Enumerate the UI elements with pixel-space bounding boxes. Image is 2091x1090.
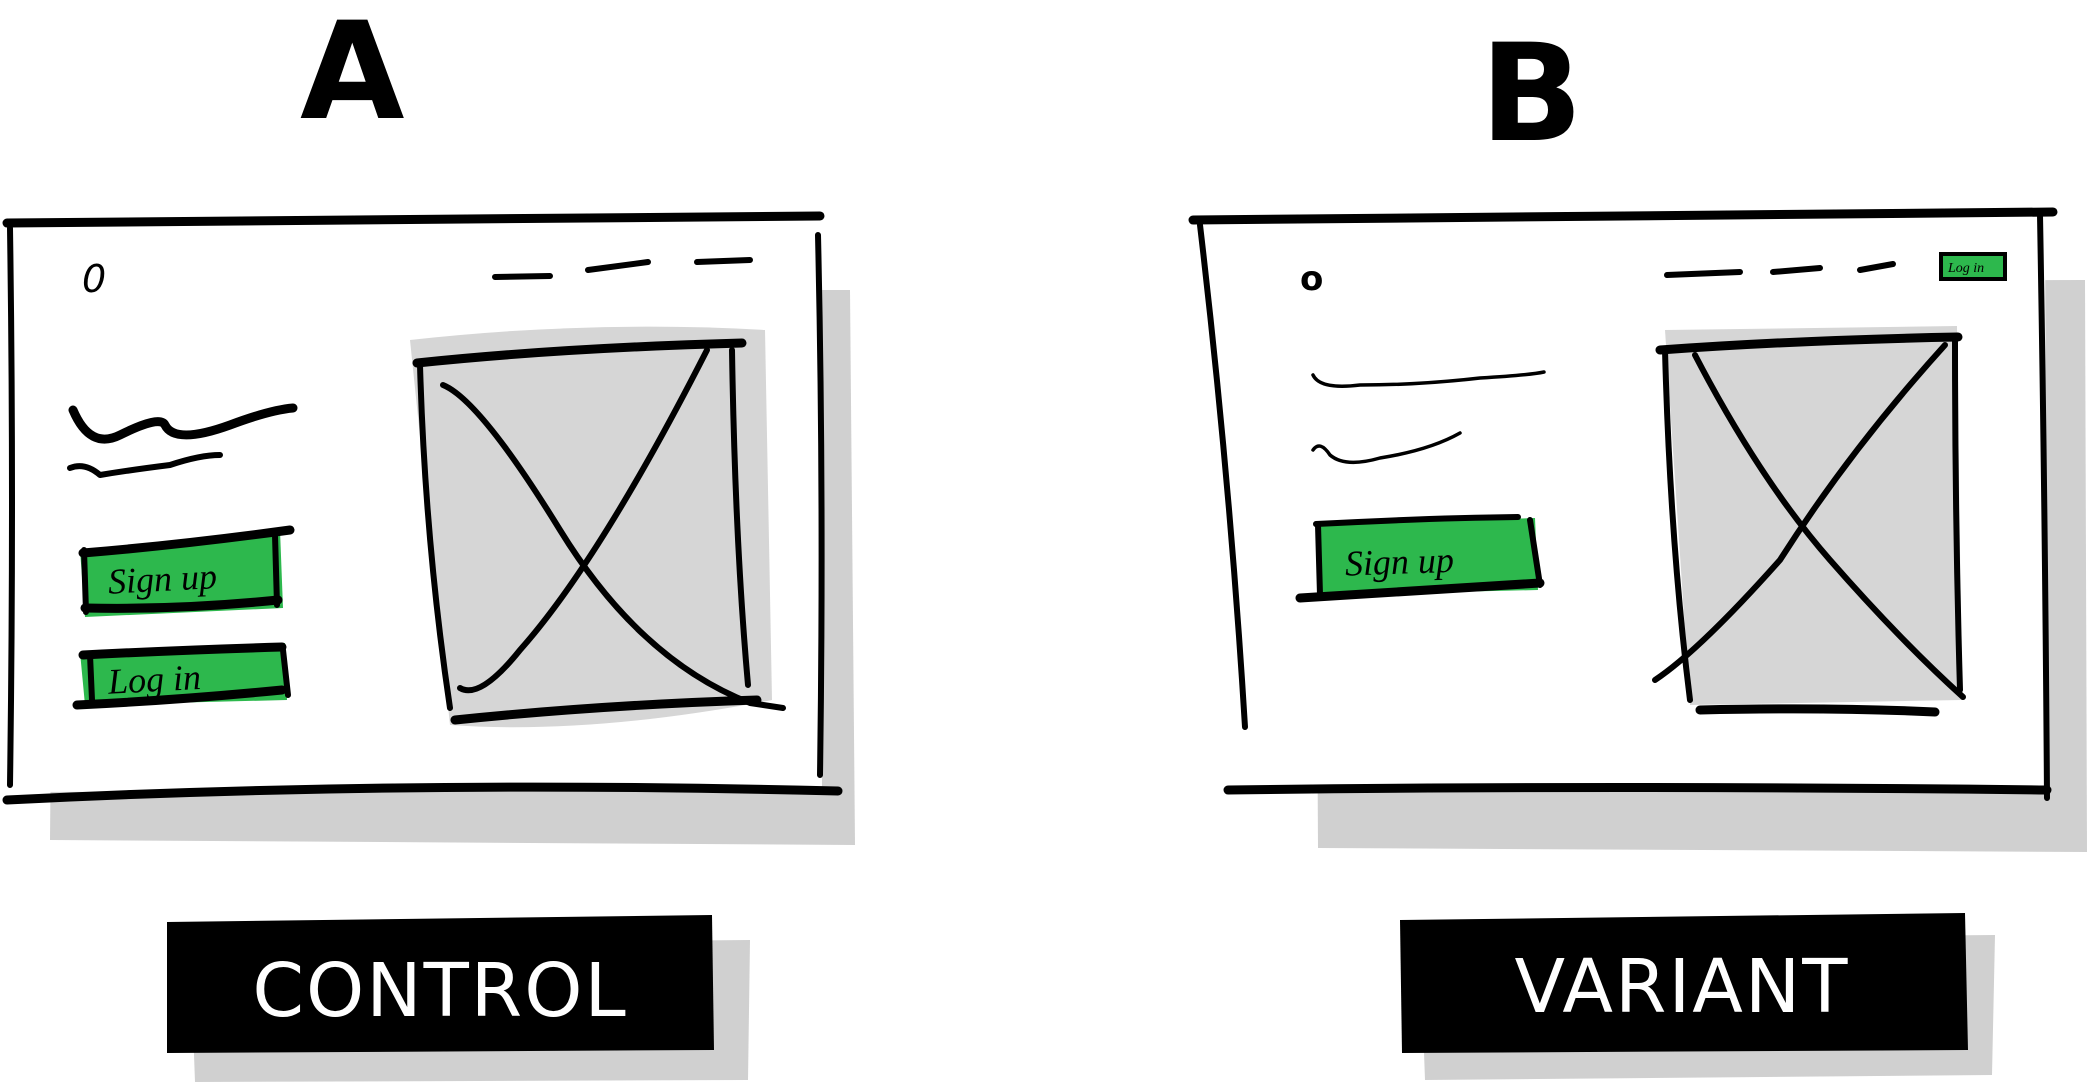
- nav-link[interactable]: [694, 257, 753, 265]
- heading-a: A: [300, 0, 404, 150]
- control-label: CONTROL: [252, 948, 627, 1034]
- login-button[interactable]: Log in: [72, 642, 291, 710]
- variant-label: VARIANT: [1515, 944, 1850, 1030]
- login-button-label: Log in: [106, 657, 202, 702]
- nav-link[interactable]: [1770, 265, 1823, 275]
- signup-button-label: Sign up: [1344, 540, 1454, 584]
- logo-icon: o: [1300, 259, 1323, 299]
- label-control: CONTROL: [167, 915, 750, 1082]
- signup-button[interactable]: Sign up: [1295, 514, 1545, 603]
- nav-login-button[interactable]: Log in: [1939, 252, 2007, 281]
- logo-icon: 0: [82, 257, 106, 301]
- nav-login-label: Log in: [1947, 261, 1984, 276]
- signup-button-label: Sign up: [107, 556, 218, 602]
- nav-link[interactable]: [1664, 269, 1743, 278]
- image-placeholder-icon: [1652, 326, 1966, 717]
- ab-test-sketch: A 0 Sign up Log in CONTROL B o Log in Si…: [2, 0, 2087, 1082]
- label-variant: VARIANT: [1400, 913, 1995, 1080]
- nav-link[interactable]: [492, 273, 553, 280]
- panel-control: A 0 Sign up Log in CONTROL: [2, 0, 855, 1082]
- panel-variant: B o Log in Sign up VARIANT: [1188, 15, 2087, 1080]
- heading-b: B: [1480, 15, 1583, 172]
- image-placeholder-icon: [410, 326, 786, 728]
